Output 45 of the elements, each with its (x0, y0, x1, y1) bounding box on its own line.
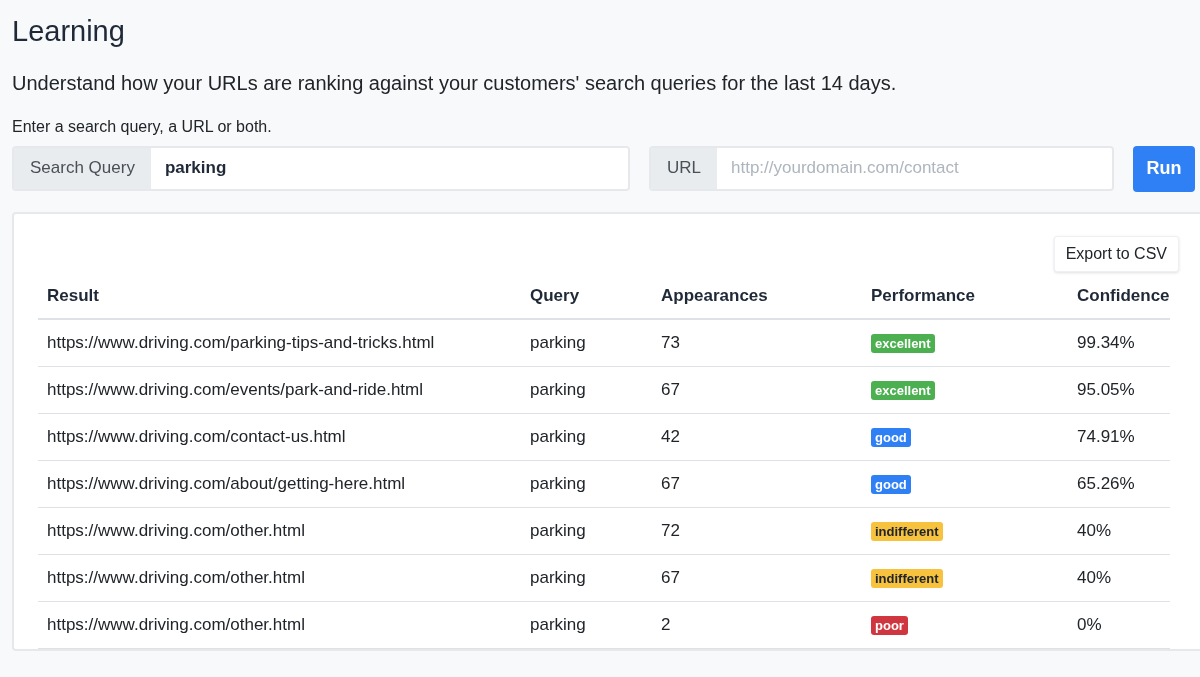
performance-badge: good (871, 475, 911, 494)
run-button[interactable]: Run (1133, 146, 1195, 192)
table-cell: 72 (652, 507, 862, 555)
table-cell: 74.91% (1068, 413, 1170, 461)
table-cell: https://www.driving.com/other.html (38, 554, 521, 602)
table-cell: parking (521, 460, 652, 508)
table-cell: 40% (1068, 554, 1170, 602)
table-cell: 73 (652, 319, 862, 367)
table-cell: parking (521, 366, 652, 414)
table-cell: https://www.driving.com/other.html (38, 601, 521, 649)
table-cell: 67 (652, 554, 862, 602)
performance-badge: indifferent (871, 522, 943, 541)
performance-badge: excellent (871, 334, 935, 353)
table-cell: 99.34% (1068, 319, 1170, 367)
table-cell: parking (521, 554, 652, 602)
table-cell: 42 (652, 413, 862, 461)
column-header: Appearances (652, 286, 862, 319)
column-header: Query (521, 286, 652, 319)
table-cell: 40% (1068, 507, 1170, 555)
instruction-text: Enter a search query, a URL or both. (12, 116, 273, 136)
page-description: Understand how your URLs are ranking against your customers' search queries for the last 14 days. (12, 70, 898, 95)
table-cell: 95.05% (1068, 366, 1170, 414)
table-cell: 65.26% (1068, 460, 1170, 508)
table-cell: https://www.driving.com/about/getting-here.html (38, 460, 521, 508)
column-header: Result (38, 286, 521, 319)
table-cell: 67 (652, 366, 862, 414)
table-cell: https://www.driving.com/contact-us.html (38, 413, 521, 461)
performance-badge: good (871, 428, 911, 447)
column-header: Performance (862, 286, 1068, 319)
table-cell: https://www.driving.com/parking-tips-and-tricks.html (38, 319, 521, 367)
table-cell: 0% (1068, 601, 1170, 649)
performance-badge: indifferent (871, 569, 943, 588)
page-title: Learning (12, 14, 126, 49)
table-cell: https://www.driving.com/events/park-and-ride.html (38, 366, 521, 414)
table-cell: 2 (652, 601, 862, 649)
table-cell: parking (521, 507, 652, 555)
performance-badge: poor (871, 616, 908, 635)
table-cell: parking (521, 319, 652, 367)
column-header: Confidence (1068, 286, 1170, 319)
table-cell: parking (521, 601, 652, 649)
table-cell: 67 (652, 460, 862, 508)
table-cell: https://www.driving.com/other.html (38, 507, 521, 555)
export-button[interactable]: Export to CSV (1053, 236, 1179, 272)
performance-badge: excellent (871, 381, 935, 400)
table-cell: parking (521, 413, 652, 461)
